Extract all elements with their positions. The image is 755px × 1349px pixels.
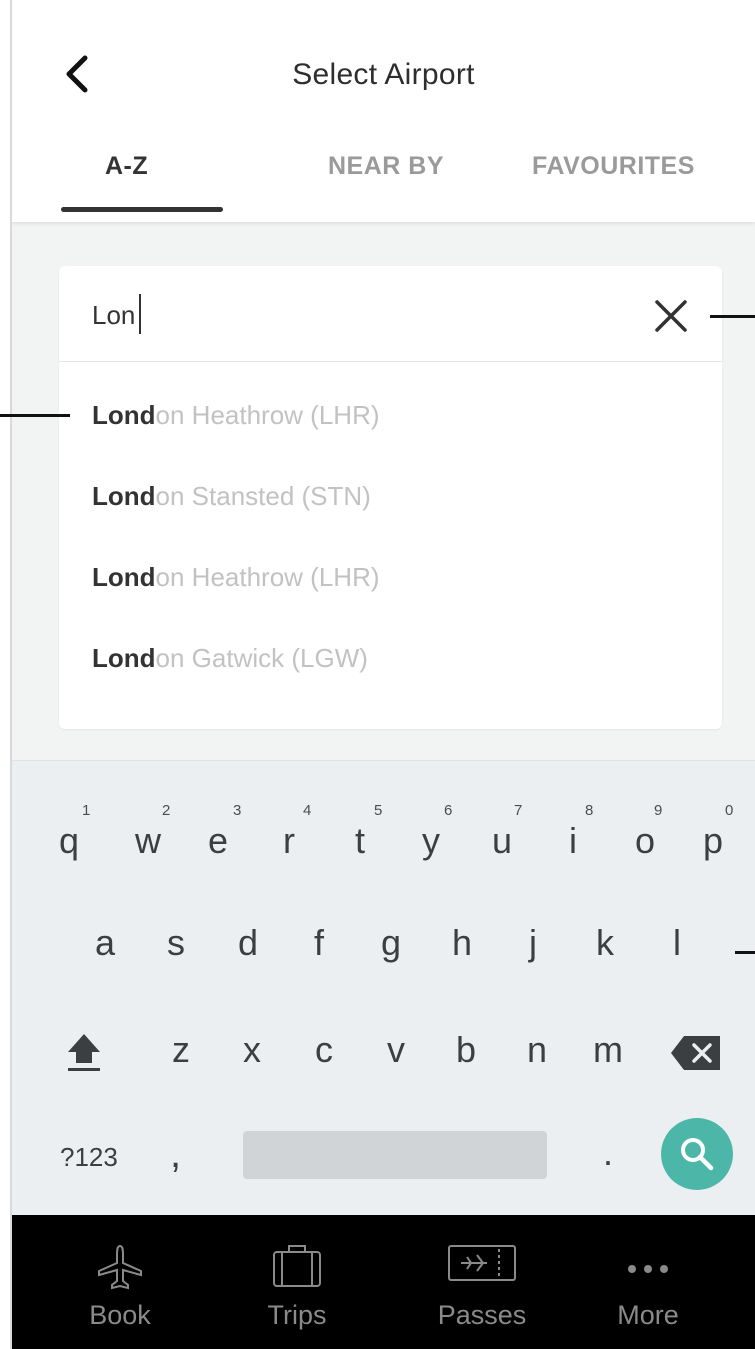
search-icon [681,1138,714,1171]
clear-search-button[interactable] [651,296,691,336]
active-tab-indicator [61,207,223,212]
suitcase-icon [273,1245,321,1287]
key-f[interactable]: f [299,922,339,964]
content-area: Lon London Heathrow (LHR) London Stanste… [12,222,755,760]
key-hint-7: 7 [514,802,523,819]
key-r[interactable]: r [269,820,309,862]
nav-item-book[interactable]: Book [50,1215,190,1349]
key-e[interactable]: e [198,820,238,862]
backspace-key[interactable] [670,1034,722,1072]
key-hint-3: 3 [233,802,242,819]
key-u[interactable]: u [482,820,522,862]
comma-key[interactable]: , [170,1132,181,1177]
more-dots-icon [628,1265,668,1273]
key-k[interactable]: k [585,922,625,964]
search-input[interactable]: Lon [59,266,722,362]
key-x[interactable]: x [232,1029,272,1071]
space-bar[interactable] [243,1131,547,1179]
key-i[interactable]: i [553,820,593,862]
result-rest-text: on Gatwick (LGW) [155,643,368,673]
airport-result-item[interactable]: London Heathrow (LHR) [92,562,380,593]
key-hint-8: 8 [585,802,594,819]
tab-favourites[interactable]: FAVOURITES [532,152,695,181]
key-l[interactable]: l [657,922,697,964]
key-v[interactable]: v [376,1029,416,1071]
nav-item-trips[interactable]: Trips [227,1215,367,1349]
key-t[interactable]: t [340,820,380,862]
result-match-text: Lond [92,562,156,592]
backspace-icon [671,1036,720,1070]
nav-label-more: More [617,1300,679,1330]
text-caret [139,294,142,335]
key-hint-5: 5 [374,802,383,819]
annotation-line-results [0,414,70,417]
result-rest-text: on Heathrow (LHR) [155,400,380,430]
search-input-value: Lon [92,300,136,330]
keyboard-search-button[interactable] [661,1118,733,1190]
airport-result-item[interactable]: London Heathrow (LHR) [92,400,380,431]
key-s[interactable]: s [156,922,196,964]
key-b[interactable]: b [446,1029,486,1071]
key-m[interactable]: m [588,1029,628,1071]
app-screen: Select Airport A-Z NEAR BY FAVOURITES Lo… [0,0,755,1349]
page-title: Select Airport [292,58,475,91]
airport-result-item[interactable]: London Gatwick (LGW) [92,643,368,674]
shift-arrow-icon [68,1034,100,1071]
bottom-navigation: Book Trips Passes More [12,1215,755,1349]
key-q[interactable]: q [49,820,89,862]
key-hint-6: 6 [444,802,453,819]
header: Select Airport A-Z NEAR BY FAVOURITES [12,0,755,222]
key-g[interactable]: g [371,922,411,964]
key-o[interactable]: o [625,820,665,862]
close-icon [655,300,687,332]
nav-label-trips: Trips [267,1300,327,1330]
result-match-text: Lond [92,400,156,430]
key-z[interactable]: z [161,1029,201,1071]
key-hint-2: 2 [162,802,171,819]
tab-near-by[interactable]: NEAR BY [328,152,444,181]
annotation-line-clear [710,315,755,318]
key-y[interactable]: y [411,820,451,862]
result-match-text: Lond [92,481,156,511]
tab-a-z[interactable]: A-Z [105,152,148,181]
key-n[interactable]: n [517,1029,557,1071]
key-j[interactable]: j [513,922,553,964]
key-p[interactable]: p [693,820,733,862]
page-edge [0,0,12,1349]
key-c[interactable]: c [304,1029,344,1071]
nav-item-more[interactable]: More [578,1215,718,1349]
key-a[interactable]: a [85,922,125,964]
symbols-key[interactable]: ?123 [60,1142,118,1173]
nav-item-passes[interactable]: Passes [412,1215,552,1349]
period-key[interactable]: . [603,1132,613,1174]
search-card: Lon London Heathrow (LHR) London Stanste… [59,266,722,729]
result-rest-text: on Stansted (STN) [155,481,371,511]
key-w[interactable]: w [128,820,168,862]
airplane-icon [98,1244,142,1290]
key-h[interactable]: h [442,922,482,964]
airport-result-item[interactable]: London Stansted (STN) [92,481,371,512]
key-hint-4: 4 [303,802,312,819]
key-d[interactable]: d [228,922,268,964]
shift-key[interactable] [64,1030,104,1074]
annotation-line-keyboard [735,951,755,954]
boarding-pass-icon [448,1245,516,1281]
nav-label-book: Book [89,1300,151,1330]
key-hint-1: 1 [82,802,91,819]
result-rest-text: on Heathrow (LHR) [155,562,380,592]
result-match-text: Lond [92,643,156,673]
nav-label-passes: Passes [437,1300,527,1330]
key-hint-9: 9 [654,802,663,819]
key-hint-0: 0 [725,802,734,819]
